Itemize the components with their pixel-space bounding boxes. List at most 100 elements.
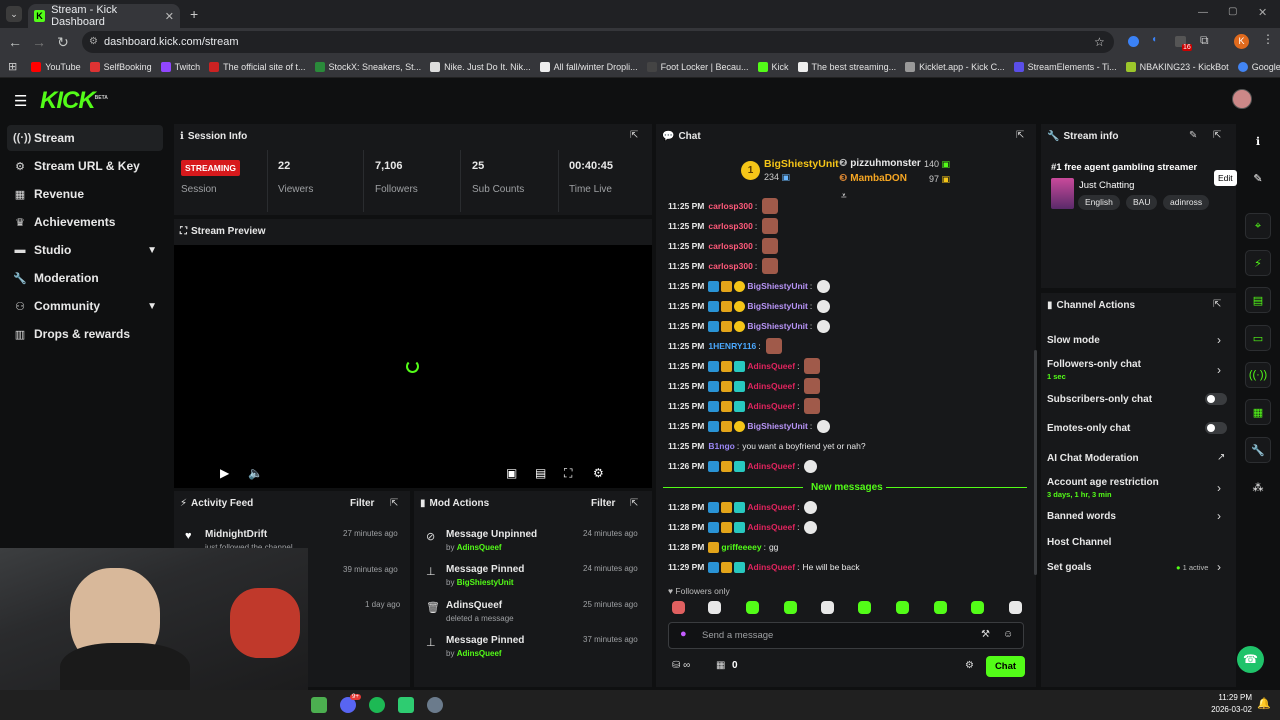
popout-icon[interactable]: ⇱ (390, 498, 398, 509)
chat-username[interactable]: AdinsQueef (747, 461, 795, 471)
chat-username[interactable]: griffeeeey (721, 542, 761, 552)
add-widget-icon[interactable]: ⁂ (1245, 474, 1271, 500)
tag-chip[interactable]: adinross (1163, 195, 1210, 210)
followers-only-item[interactable]: Followers-only chat (1047, 359, 1141, 370)
category-thumbnail[interactable] (1051, 178, 1074, 209)
chat-message[interactable]: 11:25 PM BigShiestyUnit: (668, 298, 831, 314)
store-icon[interactable]: ▦ (716, 660, 725, 671)
bookmark-youtube[interactable]: YouTube (31, 61, 81, 72)
chat-message[interactable]: 11:25 PM B1ngo: you want a boyfriend yet o… (668, 438, 866, 454)
forward-icon[interactable]: → (27, 30, 51, 54)
layout-icon[interactable]: ▦ (1245, 399, 1271, 425)
popout-icon[interactable]: ⇱ (630, 498, 638, 509)
banned-words-item[interactable]: Banned words (1047, 511, 1116, 522)
points-icon[interactable]: ⛁ ∞ (672, 660, 690, 671)
translate-icon[interactable]: ⚒ (981, 629, 990, 640)
bookmark-droplist[interactable]: All fall/winter Dropli... (539, 61, 638, 72)
close-tab-icon[interactable]: ✕ (165, 10, 174, 23)
chat-username[interactable]: AdinsQueef (747, 381, 795, 391)
play-icon[interactable]: ▶ (220, 466, 229, 480)
chat-message[interactable]: 11:28 PM griffeeeey: gg (668, 539, 778, 555)
bookmark-stockx[interactable]: StockX: Sneakers, St... (314, 61, 421, 72)
bookmark-kickbot[interactable]: NBAKING23 - KickBot (1125, 61, 1229, 72)
chat-settings-icon[interactable]: ⚙ (965, 660, 974, 671)
bookmark-twitch[interactable]: Twitch (160, 61, 200, 72)
subscribers-only-toggle[interactable] (1205, 393, 1227, 405)
quick-emote-icon[interactable] (784, 601, 797, 614)
bookmark-kick[interactable]: Kick (757, 61, 789, 72)
microphone-icon[interactable]: ● (680, 628, 687, 640)
bookmark-streaming[interactable]: The best streaming... (797, 61, 896, 72)
chat-username[interactable]: BigShiestyUnit (747, 281, 807, 291)
notification-bell-icon[interactable]: 🔔 (1257, 697, 1271, 710)
tag-chip[interactable]: English (1078, 195, 1120, 210)
taskbar-clock[interactable]: 11:29 PM (1218, 693, 1252, 702)
leader-third[interactable]: ❸ MambaDON (839, 173, 907, 184)
mod-item-user[interactable]: AdinsQueef (457, 543, 502, 552)
mod-item-user[interactable]: BigShiestyUnit (457, 578, 514, 587)
activity-filter-button[interactable]: Filter (350, 498, 374, 509)
sidebar-item-stream[interactable]: ((·)) Stream (7, 125, 163, 151)
chat-username[interactable]: AdinsQueef (747, 361, 795, 371)
info-icon[interactable]: ℹ (1245, 128, 1271, 154)
extension-icon[interactable] (1128, 36, 1139, 47)
bookmark-streamelements[interactable]: StreamElements - Ti... (1013, 61, 1117, 72)
address-bar[interactable]: ⚙ dashboard.kick.com/stream ☆ (82, 31, 1114, 53)
bookmark-selfbooking[interactable]: SelfBooking (89, 61, 152, 72)
collapse-leaderboard-icon[interactable]: ⩡ (841, 191, 847, 202)
support-chat-icon[interactable]: ☎ (1237, 646, 1264, 673)
bookmark-kicklet[interactable]: Kicklet.app - Kick C... (905, 61, 1005, 72)
new-tab-icon[interactable]: + (190, 6, 198, 22)
apps-grid-icon[interactable]: ⊞ (8, 60, 17, 73)
chat-username[interactable]: B1ngo (708, 441, 734, 451)
chat-message[interactable]: 11:25 PM AdinsQueef: (668, 358, 821, 374)
chat-message[interactable]: 11:25 PM BigShiestyUnit: (668, 318, 831, 334)
set-goals-item[interactable]: Set goals (1047, 562, 1091, 573)
extensions-icon[interactable]: ⧉ (1200, 33, 1209, 48)
sidebar-item-stream-url-key[interactable]: ⚙ Stream URL & Key (7, 153, 163, 179)
chevron-right-icon[interactable]: › (1217, 560, 1221, 574)
quick-emote-icon[interactable] (1009, 601, 1022, 614)
bolt-icon[interactable]: ⚡ (1245, 250, 1271, 276)
chat-message[interactable]: 11:25 PM carlosp300: (668, 258, 779, 274)
extension-icon[interactable]: ◖ (1151, 34, 1157, 45)
broadcast-icon[interactable]: ((·)) (1245, 362, 1271, 388)
bookmark-official-site[interactable]: The official site of t... (209, 61, 306, 72)
sidebar-item-drops-rewards[interactable]: ▥ Drops & rewards (7, 321, 163, 347)
popout-icon[interactable]: ⇱ (630, 130, 638, 141)
sidebar-item-revenue[interactable]: ▦ Revenue (7, 181, 163, 207)
minecraft-taskbar-icon[interactable] (311, 697, 327, 713)
steam-taskbar-icon[interactable] (427, 697, 443, 713)
mod-item-user[interactable]: AdinsQueef (457, 649, 502, 658)
quick-emote-icon[interactable] (858, 601, 871, 614)
leader-second[interactable]: ❷ pizzuhmonster (839, 158, 921, 169)
volume-icon[interactable]: 🔈 (248, 466, 263, 480)
chat-message[interactable]: 11:25 PM AdinsQueef: (668, 378, 821, 394)
quick-emote-icon[interactable] (708, 601, 721, 614)
maximize-icon[interactable]: ▢ (1228, 6, 1237, 17)
chat-icon[interactable]: ▭ (1245, 325, 1271, 351)
chat-message[interactable]: 11:28 PM AdinsQueef: (668, 499, 818, 515)
host-channel-item[interactable]: Host Channel (1047, 537, 1111, 548)
chat-message[interactable]: 11:25 PM BigShiestyUnit: (668, 278, 831, 294)
chat-message[interactable]: 11:25 PM carlosp300: (668, 218, 779, 234)
kick-logo[interactable]: KICKBETA (40, 87, 108, 115)
external-link-icon[interactable]: ↗ (1217, 452, 1225, 463)
chat-username[interactable]: carlosp300 (708, 241, 752, 251)
wrench-icon[interactable]: 🔧 (1245, 437, 1271, 463)
hamburger-menu-icon[interactable]: ☰ (14, 92, 27, 110)
chat-username[interactable]: BigShiestyUnit (747, 301, 807, 311)
chat-message[interactable]: 11:25 PM carlosp300: (668, 238, 779, 254)
slow-mode-item[interactable]: Slow mode (1047, 335, 1100, 346)
sidebar-item-studio[interactable]: ▬ Studio ▼ (7, 237, 163, 263)
browser-menu-icon[interactable]: ⋮ (1262, 32, 1274, 46)
fullscreen-icon[interactable]: ⛶ (564, 466, 572, 481)
chat-message[interactable]: 11:29 PM AdinsQueef: He will be back (668, 559, 860, 575)
chat-scrollbar[interactable] (1034, 350, 1037, 575)
bookmark-google[interactable]: Google (1237, 61, 1280, 72)
category-name[interactable]: Just Chatting (1079, 180, 1134, 191)
chat-username[interactable]: BigShiestyUnit (747, 321, 807, 331)
chat-username[interactable]: AdinsQueef (747, 401, 795, 411)
leader-top-name[interactable]: BigShiestyUnit (764, 158, 839, 170)
chat-message[interactable]: 11:28 PM AdinsQueef: (668, 519, 818, 535)
